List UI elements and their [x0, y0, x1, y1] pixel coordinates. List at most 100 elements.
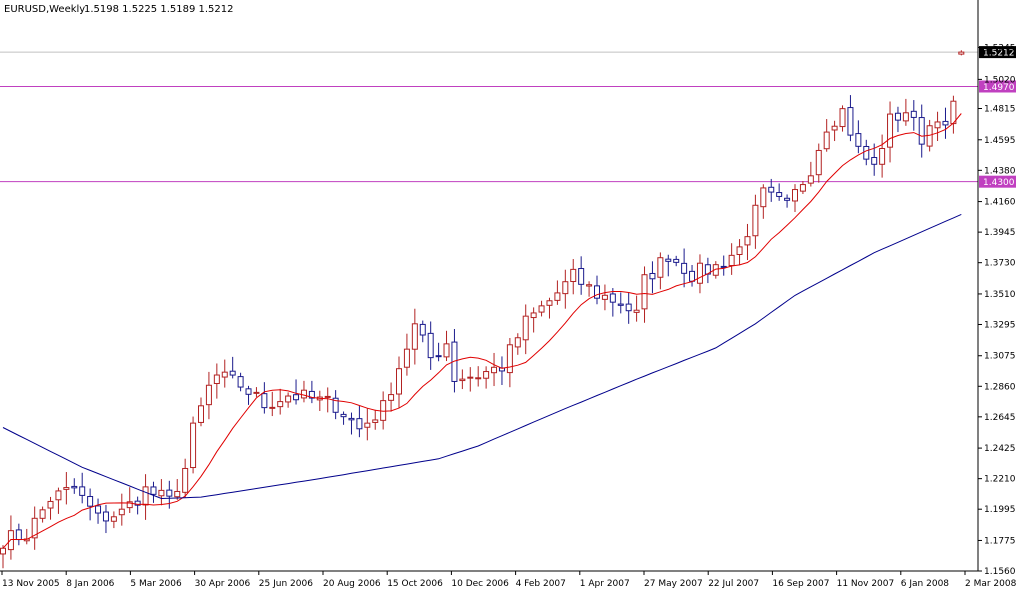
candle-body [324, 395, 331, 398]
time-tick-label: 11 Nov 2007 [837, 579, 895, 589]
candle-body [506, 344, 513, 374]
candle-body [71, 485, 78, 489]
candle-body [87, 496, 94, 507]
price-level-label: 1.4300 [983, 178, 1015, 188]
candle-body [253, 391, 260, 394]
candle-body [55, 490, 62, 501]
time-tick-label: 6 Jan 2008 [901, 579, 949, 589]
price-chart[interactable]: 1.52121.49701.4300 1.52451.50201.48151.4… [0, 0, 1017, 591]
candle-body [546, 300, 553, 306]
candle-body [752, 204, 759, 237]
candle-body [871, 157, 878, 165]
candle-body [562, 281, 569, 295]
candle-body [403, 348, 410, 368]
candle-body [63, 487, 70, 490]
candle-body [95, 505, 102, 514]
candle-body [110, 516, 117, 522]
candle-body [237, 376, 244, 388]
candle-body [435, 355, 442, 358]
candle-body [261, 393, 268, 409]
time-tick-label: 10 Dec 2006 [451, 579, 509, 589]
candle-body [15, 529, 22, 541]
candle-body [744, 236, 751, 246]
candle-body [902, 112, 909, 122]
candle-body [166, 489, 173, 497]
candle-body [910, 110, 917, 118]
candle-body [142, 486, 149, 506]
price-tick-label: 1.3295 [984, 320, 1016, 330]
candle-body [269, 406, 276, 409]
candle-body [863, 145, 870, 160]
candle-body [372, 419, 379, 423]
candle-body [491, 366, 498, 374]
candle-body [538, 305, 545, 313]
candle-body [776, 192, 783, 197]
candle-body [356, 418, 363, 430]
price-tick-label: 1.5020 [984, 75, 1016, 85]
time-tick-label: 25 Jun 2006 [259, 579, 313, 589]
candle-body [229, 370, 236, 376]
candle-body [942, 120, 949, 126]
candle-body [633, 309, 640, 313]
time-tick-label: 4 Feb 2007 [516, 579, 566, 589]
candle-body [364, 422, 371, 428]
time-tick-label: 1 Apr 2007 [580, 579, 630, 589]
candle-body [760, 187, 767, 208]
chart-background [0, 0, 1017, 591]
candle-body [245, 388, 252, 395]
candle-body [277, 401, 284, 408]
price-tick-label: 1.2425 [984, 444, 1016, 454]
candle-body [467, 376, 474, 379]
candle-body [198, 405, 204, 423]
candle-body [158, 489, 165, 497]
candle-body [855, 133, 862, 147]
candle-body [736, 246, 743, 256]
candle-body [459, 378, 466, 382]
candle-body [934, 121, 941, 129]
time-tick-label: 13 Nov 2005 [2, 579, 60, 589]
candle-body [649, 272, 656, 280]
candle-body [879, 148, 886, 165]
time-tick-label: 5 Mar 2006 [130, 579, 182, 589]
price-tick-label: 1.3075 [984, 352, 1016, 362]
time-tick-label: 8 Jan 2006 [66, 579, 114, 589]
price-tick-label: 1.3510 [984, 290, 1016, 300]
price-tick-label: 1.4815 [984, 105, 1016, 115]
candle-body [847, 107, 854, 136]
candle-body [0, 547, 6, 555]
candle-body [601, 294, 608, 300]
candle-body [641, 274, 648, 310]
candle-body [570, 268, 577, 283]
candle-body [182, 467, 189, 493]
candle-body [39, 509, 46, 519]
candle-body [815, 149, 822, 176]
candle-body [586, 284, 593, 287]
candle-body [831, 125, 838, 131]
candle-body [728, 254, 735, 267]
candle-body [894, 112, 901, 121]
price-tick-label: 1.1560 [984, 567, 1016, 577]
price-tick-label: 1.3730 [984, 259, 1016, 269]
price-tick-label: 1.4595 [984, 136, 1016, 146]
candle-body [530, 312, 537, 319]
candle-body [221, 371, 228, 378]
candle-body [784, 197, 791, 201]
time-tick-label: 20 Aug 2006 [323, 579, 381, 589]
chart-window: 1.5212 1.4970 1.4300 1.5245 1.5020 1.4815 1.4… [0, 0, 1017, 591]
time-tick-label: 27 May 2007 [644, 579, 703, 589]
candle-body [475, 377, 482, 380]
candle-body [696, 262, 703, 284]
candle-body [150, 486, 157, 495]
candle-body [522, 315, 529, 341]
candle-body [190, 422, 197, 469]
candle-body [594, 285, 600, 299]
candle-body [213, 374, 220, 385]
candle-body [483, 371, 490, 379]
candle-body [380, 400, 387, 421]
candle-body [419, 323, 426, 336]
candle-body [720, 265, 727, 268]
candle-body [617, 303, 624, 306]
candle-body [958, 51, 965, 55]
candle-body [657, 257, 664, 278]
candle-body [554, 292, 561, 301]
